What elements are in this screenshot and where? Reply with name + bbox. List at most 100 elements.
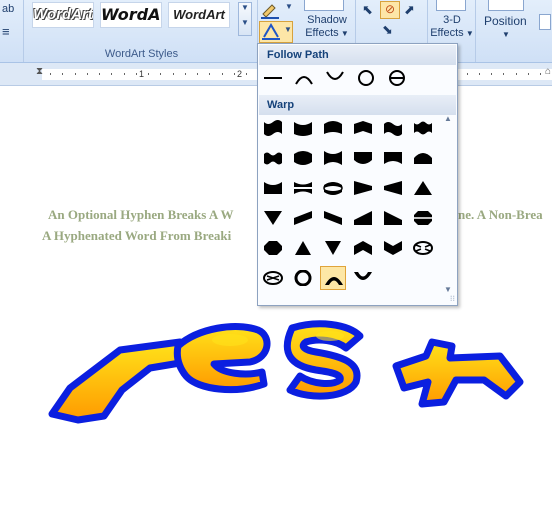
shape-slant-up[interactable] <box>290 206 316 230</box>
shadow-toggle-button[interactable]: ⊘ <box>380 1 400 19</box>
shape-triangle-up[interactable] <box>410 176 436 200</box>
shape-cascade-up[interactable] <box>350 206 376 230</box>
ruler-tick <box>528 73 529 75</box>
ring-outside-icon <box>263 271 283 285</box>
shape-triangle-down-2[interactable] <box>320 236 346 260</box>
shape-arch-up[interactable] <box>291 66 317 90</box>
curve-up-icon <box>324 121 342 134</box>
ribbon-group-partial: ab ≡ <box>0 0 24 62</box>
shape-ring-outside[interactable] <box>260 266 286 290</box>
shape-chevron-up[interactable] <box>350 236 376 260</box>
chevron-down-icon[interactable]: ▼ <box>285 2 293 11</box>
shape-triangle-down[interactable] <box>260 206 286 230</box>
shape-deflate[interactable] <box>320 146 346 170</box>
chevron-down-icon <box>384 241 402 255</box>
shape-curve-up[interactable] <box>320 116 346 140</box>
shape-arch-down-pour[interactable] <box>350 266 376 290</box>
ring-inside-icon <box>413 241 433 255</box>
shape-button[interactable] <box>384 66 410 90</box>
shape-fade-left[interactable] <box>380 176 406 200</box>
gallery-scrollbar[interactable]: ▲ ▼ <box>442 114 456 294</box>
right-indent-icon[interactable]: ⌂ <box>545 66 551 77</box>
ruler-tick <box>185 73 186 75</box>
scroll-up-icon[interactable]: ▲ <box>444 114 452 123</box>
ruler-tick <box>160 73 161 75</box>
shape-curve-down[interactable] <box>290 116 316 140</box>
indent-marker-icon[interactable]: ⧗ <box>36 66 43 77</box>
shape-inflate-deflate[interactable] <box>320 176 346 200</box>
shape-inflate-bottom[interactable] <box>350 146 376 170</box>
shape-chevron-up-fill[interactable] <box>350 116 376 140</box>
wordart-shape-gallery[interactable]: Follow Path Warp ▲ ▼ ⁝⁝ <box>257 43 458 306</box>
triangle-down-icon <box>264 211 282 225</box>
wordart-shape-icon <box>262 23 280 40</box>
ruler-tick <box>136 73 137 75</box>
arch-down-icon <box>326 71 344 80</box>
ruler-tick <box>479 73 480 75</box>
arrange-group: Position ▼ <box>478 0 552 62</box>
shape-stop[interactable] <box>410 206 436 230</box>
text-wrapping-icon[interactable] <box>539 14 551 30</box>
threed-icon[interactable] <box>436 0 466 11</box>
follow-path-header: Follow Path <box>259 45 456 65</box>
align-icon[interactable]: ≡ <box>2 24 10 39</box>
ruler-tick <box>99 73 100 75</box>
inflate-deflate-icon <box>323 182 343 195</box>
circle-pour-icon <box>294 270 312 286</box>
shape-wave2[interactable] <box>380 116 406 140</box>
cascade-up-icon <box>354 211 372 225</box>
shape-fade-right[interactable] <box>350 176 376 200</box>
chevron-up-fill-icon <box>354 121 372 134</box>
shape-inflate[interactable] <box>290 146 316 170</box>
shape-circle-pour[interactable] <box>290 266 316 290</box>
wordart-style-2[interactable]: WordArt <box>100 2 162 28</box>
ruler-tick <box>111 73 112 75</box>
nudge-right-icon[interactable]: ⬈ <box>404 2 415 18</box>
shape-triangle-up-2[interactable] <box>290 236 316 260</box>
partial-button-label[interactable]: ab <box>2 3 14 15</box>
shape-circle[interactable] <box>353 66 379 90</box>
shape-wave1[interactable] <box>260 116 286 140</box>
shape-deflate-bottom[interactable] <box>380 146 406 170</box>
change-shape-button[interactable]: ▼ <box>259 21 293 43</box>
ruler-number: 1 <box>139 69 145 79</box>
shape-octagon[interactable] <box>260 236 286 260</box>
chevron-down-icon[interactable]: ▼ <box>502 30 510 39</box>
octagon-icon <box>264 241 282 255</box>
shape-deflate-inflate[interactable] <box>290 176 316 200</box>
threed-effects-line2: Effects <box>430 27 464 39</box>
shape-arch-down[interactable] <box>322 66 348 90</box>
threed-effects-button[interactable]: 3-D Effects ▼ <box>430 14 474 40</box>
plain-text-icon <box>264 77 282 79</box>
inflate-bottom-icon <box>354 152 372 164</box>
resize-grip-icon[interactable]: ⁝⁝ <box>450 294 455 303</box>
nudge-down-icon[interactable]: ⬊ <box>382 22 393 38</box>
shape-fill-button[interactable] <box>258 0 284 20</box>
position-icon[interactable] <box>488 0 524 11</box>
nudge-up-icon[interactable]: ⬉ <box>362 2 373 18</box>
scroll-down-icon[interactable]: ▼ <box>444 285 452 294</box>
wordart-style-1[interactable]: WordArt <box>32 2 94 28</box>
ruler-tick <box>209 73 210 75</box>
shape-double-wave2[interactable] <box>260 146 286 170</box>
shadow-icon[interactable] <box>304 0 344 11</box>
pencil-icon <box>261 4 279 19</box>
shape-slant-down[interactable] <box>320 206 346 230</box>
position-button[interactable]: Position <box>484 14 527 28</box>
inflate-top-icon <box>414 153 432 164</box>
fade-left-icon <box>384 181 402 195</box>
shadow-effects-button[interactable]: Shadow Effects ▼ <box>305 14 349 40</box>
shape-chevron-down[interactable] <box>380 236 406 260</box>
shape-arch-up-pour[interactable] <box>320 266 346 290</box>
ruler-tick <box>540 73 541 75</box>
wordart-style-3[interactable]: WordArt <box>168 2 230 28</box>
shape-plain-text[interactable] <box>260 66 286 90</box>
wordart-object[interactable] <box>0 306 552 506</box>
shape-deflate-top[interactable] <box>260 176 286 200</box>
shape-ring-inside[interactable] <box>410 236 436 260</box>
shape-cascade-down[interactable] <box>380 206 406 230</box>
chevron-down-icon: ▼ <box>284 25 292 34</box>
shape-double-wave[interactable] <box>410 116 436 140</box>
shape-inflate-top[interactable] <box>410 146 436 170</box>
gallery-more-button[interactable]: ▼ ▼ <box>238 2 252 36</box>
